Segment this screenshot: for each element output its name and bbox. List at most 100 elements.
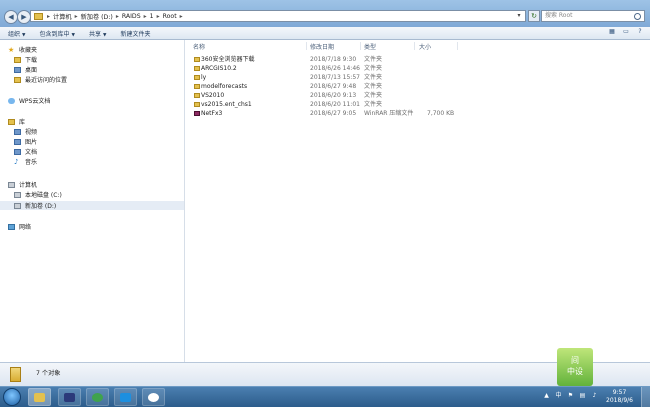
- chevron-down-icon: ▼: [71, 32, 75, 38]
- view-controls: ▦ ▭ ?: [608, 28, 644, 36]
- column-divider[interactable]: [414, 42, 415, 50]
- show-hidden-icons-icon[interactable]: ▲: [543, 392, 550, 399]
- sidebar-label: 计算机: [19, 182, 38, 189]
- sidebar-item-new-volume-d[interactable]: 新加卷 (D:): [14, 201, 56, 210]
- title-bar: ◀ ▶ ▸ 计算机 ▸ 新加卷 (D:) ▸ RAIDS ▸ 1 ▸ Root …: [0, 0, 650, 27]
- column-header-name[interactable]: 名称: [193, 42, 205, 51]
- file-date: 2018/6/27 9:48: [310, 83, 357, 90]
- chevron-right-icon: ▸: [179, 12, 183, 20]
- watermark-glyph: 间中设: [567, 356, 583, 376]
- sidebar-item-pictures[interactable]: 图片: [14, 137, 37, 146]
- file-date: 2018/6/26 14:46: [310, 65, 360, 72]
- back-arrow-icon: ◀: [8, 13, 14, 21]
- navigation-pane: ★ 收藏夹 下载 桌面 最近访问的位置 WPS云文档 库 视频 图片 文档 ♪ 音乐…: [0, 40, 185, 362]
- folder-icon: [194, 75, 200, 80]
- column-divider[interactable]: [457, 42, 458, 50]
- help-icon[interactable]: ?: [636, 28, 644, 36]
- clock[interactable]: 9:57 2018/9/6: [606, 389, 633, 405]
- file-row[interactable]: ly 2018/7/13 15:57 文件夹: [185, 73, 485, 82]
- winrar-archive-icon: [194, 111, 200, 116]
- sidebar-item-local-disk-c[interactable]: 本地磁盘 (C:): [14, 190, 62, 199]
- folder-icon: [194, 102, 200, 107]
- sidebar-item-wps-cloud[interactable]: WPS云文档: [8, 96, 50, 105]
- view-options-icon[interactable]: ▦: [608, 28, 616, 36]
- system-tray: ▲ 中 ⚑ ▤ ♪: [543, 392, 598, 399]
- sidebar-item-computer[interactable]: 计算机: [8, 180, 37, 189]
- download-folder-icon: [14, 56, 21, 63]
- taskbar-app-s[interactable]: [114, 388, 137, 406]
- sidebar-item-videos[interactable]: 视频: [14, 127, 37, 136]
- forward-button[interactable]: ▶: [17, 10, 31, 24]
- folder-icon: [34, 12, 43, 20]
- address-bar[interactable]: ▸ 计算机 ▸ 新加卷 (D:) ▸ RAIDS ▸ 1 ▸ Root ▸ ▾: [30, 10, 526, 22]
- drive-icon: [14, 202, 21, 209]
- back-button[interactable]: ◀: [4, 10, 18, 24]
- sidebar-item-libraries[interactable]: 库: [8, 117, 25, 126]
- sidebar-item-documents[interactable]: 文档: [14, 147, 37, 156]
- column-divider[interactable]: [306, 42, 307, 50]
- search-icon: [634, 13, 641, 20]
- refresh-icon: ↻: [531, 12, 537, 20]
- include-library-button[interactable]: 包含到库中 ▼: [31, 29, 80, 38]
- new-folder-button[interactable]: 新建文件夹: [112, 29, 156, 38]
- start-button[interactable]: [3, 388, 21, 406]
- recent-places-icon: [14, 76, 21, 83]
- breadcrumb-computer[interactable]: 计算机: [51, 12, 74, 21]
- sidebar-label: 本地磁盘 (C:): [25, 192, 62, 199]
- file-type: 文件夹: [364, 83, 383, 90]
- browser-icon: [92, 392, 103, 402]
- breadcrumb-raids[interactable]: RAIDS: [120, 13, 143, 20]
- breadcrumb-1[interactable]: 1: [148, 13, 156, 20]
- flag-icon[interactable]: ⚑: [567, 392, 574, 399]
- volume-icon[interactable]: ♪: [591, 392, 598, 399]
- sidebar-label: 图片: [25, 139, 38, 146]
- file-type: WinRAR 压缩文件: [364, 110, 414, 117]
- search-input[interactable]: 搜索 Root: [541, 10, 645, 22]
- file-row[interactable]: 360安全浏览器下载 2018/7/18 9:30 文件夹: [185, 55, 485, 64]
- column-header-type[interactable]: 类型: [364, 42, 376, 51]
- taskbar-app-hex[interactable]: [58, 388, 81, 406]
- sidebar-item-recent[interactable]: 最近访问的位置: [14, 75, 67, 84]
- file-list: 名称 修改日期 类型 大小 360安全浏览器下载 2018/7/18 9:30 …: [185, 40, 650, 362]
- sidebar-label: 收藏夹: [19, 47, 38, 54]
- clock-time: 9:57: [612, 389, 627, 396]
- refresh-button[interactable]: ↻: [528, 10, 540, 22]
- drive-icon: [14, 191, 21, 198]
- taskbar-app-explorer[interactable]: [28, 388, 51, 406]
- organize-button[interactable]: 组织 ▼: [0, 29, 31, 38]
- preview-pane-icon[interactable]: ▭: [622, 28, 630, 36]
- file-name: 360安全浏览器下载: [201, 56, 255, 63]
- network-icon: [8, 223, 15, 230]
- network-icon[interactable]: ▤: [579, 392, 586, 399]
- breadcrumb-volume-d[interactable]: 新加卷 (D:): [79, 12, 115, 21]
- hex-icon: [64, 392, 75, 402]
- sidebar-item-desktop[interactable]: 桌面: [14, 65, 37, 74]
- star-icon: ★: [8, 45, 15, 54]
- sidebar-item-music[interactable]: ♪ 音乐: [14, 157, 37, 166]
- library-icon: [8, 118, 15, 125]
- show-desktop-button[interactable]: [641, 387, 650, 407]
- file-row[interactable]: modelforecasts 2018/6/27 9:48 文件夹: [185, 82, 485, 91]
- share-button[interactable]: 共享 ▼: [81, 29, 112, 38]
- file-row[interactable]: NetFx3 2018/6/27 9:05 WinRAR 压缩文件 7,700 …: [185, 109, 485, 118]
- column-divider[interactable]: [360, 42, 361, 50]
- input-method-icon[interactable]: 中: [555, 392, 562, 399]
- file-row[interactable]: vs2015.ent_chs1 2018/6/20 11:01 文件夹: [185, 100, 485, 109]
- file-row[interactable]: VS2010 2018/6/20 9:13 文件夹: [185, 91, 485, 100]
- taskbar-app-baidu-cloud[interactable]: [142, 388, 165, 406]
- file-type: 文件夹: [364, 65, 383, 72]
- breadcrumb-root[interactable]: Root: [161, 13, 179, 20]
- column-header-size[interactable]: 大小: [419, 42, 431, 51]
- sidebar-item-favorites[interactable]: ★ 收藏夹: [8, 45, 37, 54]
- address-dropdown-icon[interactable]: ▾: [514, 11, 524, 21]
- sidebar-item-downloads[interactable]: 下载: [14, 55, 37, 64]
- file-date: 2018/7/18 9:30: [310, 56, 357, 63]
- forward-arrow-icon: ▶: [21, 13, 27, 21]
- sidebar-label: WPS云文档: [19, 98, 51, 105]
- sidebar-item-network[interactable]: 网络: [8, 222, 31, 231]
- sidebar-label: 文档: [25, 149, 38, 156]
- column-header-date[interactable]: 修改日期: [310, 42, 334, 51]
- search-placeholder: 搜索 Root: [545, 12, 573, 19]
- file-row[interactable]: ARCGIS10.2 2018/6/26 14:46 文件夹: [185, 64, 485, 73]
- taskbar-app-browser[interactable]: [86, 388, 109, 406]
